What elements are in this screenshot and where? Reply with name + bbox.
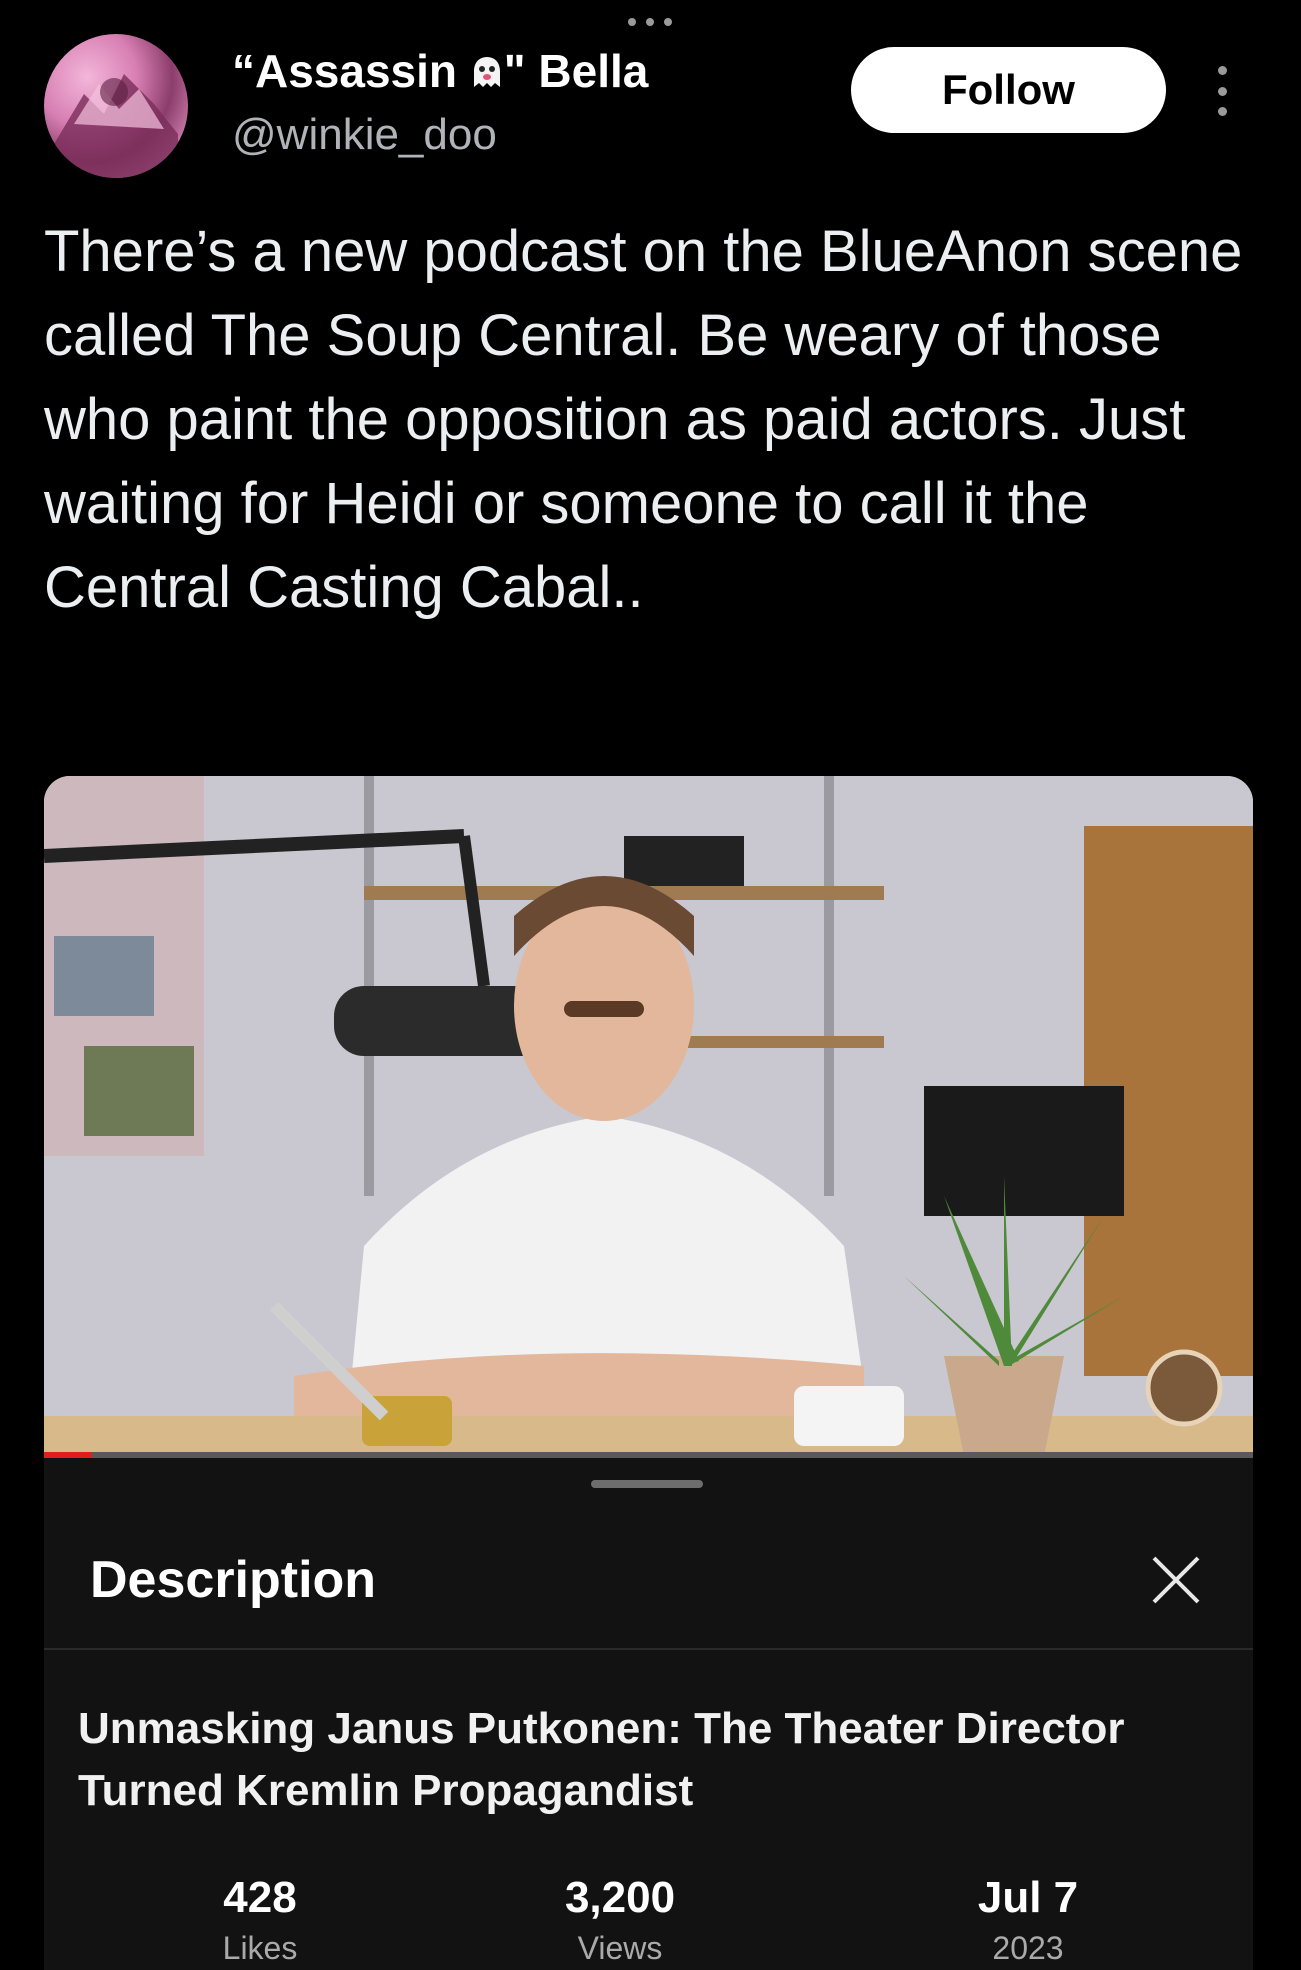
ghost-emoji-icon	[470, 46, 504, 87]
stat-date-year: 2023	[992, 1930, 1064, 1966]
stat-views: 3,200 Views	[500, 1870, 740, 1970]
stat-likes: 428 Likes	[140, 1870, 380, 1970]
stat-date: Jul 7 2023	[908, 1870, 1148, 1970]
video-title: Unmasking Janus Putkonen: The Theater Di…	[78, 1704, 1125, 1815]
stat-likes-value: 428	[223, 1873, 297, 1922]
tweet-text: There’s a new podcast on the BlueAnon sc…	[44, 219, 1243, 620]
stat-date-value: Jul 7	[977, 1873, 1079, 1922]
user-handle[interactable]: @winkie_doo	[232, 110, 497, 160]
close-icon[interactable]	[1148, 1552, 1204, 1608]
more-vertical-icon[interactable]	[1212, 66, 1232, 116]
video-thumbnail[interactable]	[44, 776, 1253, 1456]
stat-views-label: Views	[577, 1930, 663, 1966]
display-name[interactable]: “Assassin " Bella	[232, 44, 648, 98]
avatar-image	[54, 74, 178, 178]
stat-likes-label: Likes	[222, 1930, 298, 1966]
avatar[interactable]	[44, 34, 188, 178]
display-name-prefix: “Assassin	[232, 45, 470, 97]
display-name-suffix: " Bella	[503, 45, 649, 97]
sheet-drag-handle[interactable]	[591, 1480, 703, 1488]
description-sheet: Description Unmasking Janus Putkonen: Th…	[44, 1458, 1253, 1970]
top-overflow-dots	[628, 14, 672, 30]
stat-views-value: 3,200	[564, 1873, 676, 1922]
follow-button[interactable]: Follow	[851, 47, 1166, 133]
sheet-divider	[44, 1648, 1253, 1650]
sheet-title: Description	[90, 1551, 377, 1609]
